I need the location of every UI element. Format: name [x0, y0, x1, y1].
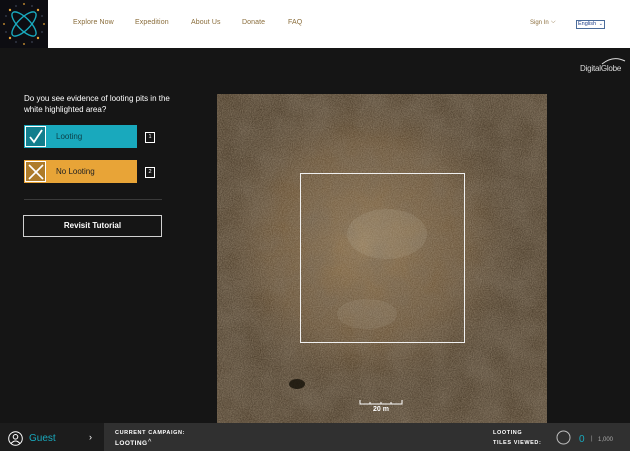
no-looting-button[interactable]: No Looting	[24, 160, 137, 183]
digitalglobe-logo: DigitalGlobe	[580, 64, 622, 73]
nav-explore-now[interactable]: Explore Now	[73, 19, 114, 26]
user-menu[interactable]: Guest ›	[0, 423, 104, 451]
divider	[24, 199, 162, 200]
globalxplorer-logo[interactable]	[0, 0, 48, 48]
nav-expedition[interactable]: Expedition	[135, 19, 169, 26]
sign-in-link[interactable]: Sign In	[530, 20, 549, 26]
tiles-heading-line2: TILES VIEWED:	[493, 440, 542, 446]
tiles-count: 0	[579, 434, 585, 445]
chevron-down-icon: ⌄	[598, 21, 603, 27]
task-question: Do you see evidence of looting pits in t…	[24, 94, 170, 114]
bottom-bar: Guest › CURRENT CAMPAIGN: LOOTING ^ LOOT…	[0, 423, 630, 451]
nav-about-us[interactable]: About Us	[191, 19, 221, 26]
scale-bar-icon	[359, 400, 403, 405]
progress-ring-icon	[556, 430, 571, 445]
chevron-right-icon: ›	[89, 432, 92, 442]
tiles-separator: |	[591, 436, 593, 442]
chevron-up-icon[interactable]: ^	[148, 439, 151, 446]
looting-button[interactable]: Looting	[24, 125, 137, 148]
top-header: Explore Now Expedition About Us Donate F…	[0, 0, 630, 48]
language-value: English	[578, 21, 597, 27]
hotkey-2-badge: 2	[145, 167, 155, 178]
language-select[interactable]: English ⌄	[576, 20, 605, 29]
campaign-selector[interactable]: LOOTING	[115, 440, 147, 447]
highlight-area	[300, 173, 465, 343]
tiles-heading-line1: LOOTING	[493, 430, 523, 436]
campaign-heading: CURRENT CAMPAIGN:	[115, 430, 185, 436]
no-looting-label: No Looting	[56, 167, 95, 176]
check-icon	[25, 126, 46, 147]
user-name: Guest	[29, 433, 56, 444]
looting-label: Looting	[56, 132, 83, 141]
nav-faq[interactable]: FAQ	[288, 19, 302, 26]
nav-donate[interactable]: Donate	[242, 19, 265, 26]
scale-label: 20 m	[373, 406, 389, 413]
hotkey-1-badge: 1	[145, 132, 155, 143]
revisit-tutorial-button[interactable]: Revisit Tutorial	[23, 215, 162, 237]
chevron-down-icon[interactable]: ⌵	[551, 19, 556, 26]
x-icon	[25, 161, 46, 182]
user-icon	[8, 431, 23, 446]
tiles-total: 1,000	[598, 437, 614, 443]
